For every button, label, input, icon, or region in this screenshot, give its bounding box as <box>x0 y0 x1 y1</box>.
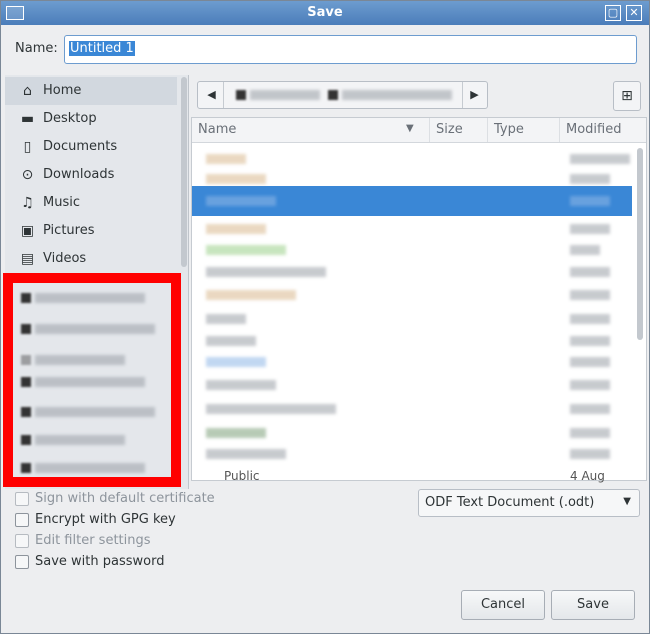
folder-icon: ▬ <box>20 111 35 127</box>
encrypt-gpg-checkbox[interactable]: Encrypt with GPG key <box>15 512 176 530</box>
checkbox-label: Edit filter settings <box>35 533 151 548</box>
sidebar-item-label: Desktop <box>43 111 97 126</box>
sidebar-item-music[interactable]: ♫ Music <box>5 189 177 217</box>
sidebar-item-videos[interactable]: ▤ Videos <box>5 245 177 273</box>
save-password-checkbox[interactable]: Save with password <box>15 554 164 572</box>
file-list-scrollbar[interactable] <box>637 148 643 340</box>
partial-file-name: Public <box>224 469 260 483</box>
sidebar-item-documents[interactable]: ▯ Documents <box>5 133 177 161</box>
path-forward-arrow-icon[interactable]: ▶ <box>462 82 486 108</box>
sidebar-item-label: Home <box>43 83 82 98</box>
path-back-arrow-icon[interactable]: ◀ <box>200 82 224 108</box>
save-dialog: Save ▢ ✕ Name: Untitled 1 ⌂ Home ▬ Deskt… <box>0 0 650 634</box>
column-modified[interactable]: Modified <box>560 118 646 142</box>
filename-input[interactable]: Untitled 1 <box>64 35 637 64</box>
name-label: Name: <box>15 41 58 56</box>
document-icon: ▯ <box>23 139 32 155</box>
sidebar-item-downloads[interactable]: ⊙ Downloads <box>5 161 177 189</box>
chevron-down-icon: ▼ <box>623 496 631 507</box>
sidebar-item-label: Music <box>43 195 80 210</box>
video-icon: ▤ <box>20 251 35 267</box>
edit-filter-checkbox[interactable]: Edit filter settings <box>15 533 151 551</box>
save-button[interactable]: Save <box>551 590 635 620</box>
column-size[interactable]: Size <box>430 118 488 142</box>
sidebar-item-home[interactable]: ⌂ Home <box>5 77 177 105</box>
checkbox-label: Save with password <box>35 554 165 569</box>
partial-file-modified: 4 Aug <box>570 469 605 483</box>
cancel-button[interactable]: Cancel <box>461 590 545 620</box>
sidebar-scrollbar[interactable] <box>181 77 187 267</box>
new-folder-icon[interactable]: ⊞ <box>613 81 641 111</box>
close-icon[interactable]: ✕ <box>626 5 642 21</box>
sidebar-item-label: Videos <box>43 251 87 266</box>
file-type-value: ODF Text Document (.odt) <box>425 495 595 510</box>
column-header: Name ▼ Size Type Modified <box>192 118 646 143</box>
home-icon: ⌂ <box>23 83 32 99</box>
download-icon: ⊙ <box>21 167 34 183</box>
file-list[interactable]: Name ▼ Size Type Modified Public 4 Aug <box>191 117 647 483</box>
titlebar: Save ▢ ✕ <box>1 1 649 25</box>
sidebar-item-label: Documents <box>43 139 118 154</box>
sidebar-item-desktop[interactable]: ▬ Desktop <box>5 105 177 133</box>
sidebar-item-label: Downloads <box>43 167 115 182</box>
maximize-icon[interactable]: ▢ <box>605 5 621 21</box>
sidebar-item-pictures[interactable]: ▣ Pictures <box>5 217 177 245</box>
checkbox-label: Sign with default certificate <box>35 491 215 506</box>
checkbox-box <box>15 492 29 506</box>
column-type[interactable]: Type <box>488 118 560 142</box>
music-icon: ♫ <box>21 195 34 211</box>
checkbox-box <box>15 555 29 569</box>
sign-certificate-checkbox[interactable]: Sign with default certificate <box>15 491 215 509</box>
checkbox-label: Encrypt with GPG key <box>35 512 176 527</box>
highlight-box <box>3 273 181 487</box>
column-name[interactable]: Name <box>192 118 430 142</box>
checkbox-box <box>15 534 29 548</box>
pictures-icon: ▣ <box>20 223 35 239</box>
sort-descending-icon[interactable]: ▼ <box>406 123 414 134</box>
window-title: Save <box>307 5 343 20</box>
filename-value: Untitled 1 <box>69 41 135 56</box>
file-type-select[interactable]: ODF Text Document (.odt) ▼ <box>418 489 640 517</box>
checkbox-box <box>15 513 29 527</box>
sidebar-item-label: Pictures <box>43 223 95 238</box>
path-bar: ◀ ▶ <box>197 81 488 109</box>
